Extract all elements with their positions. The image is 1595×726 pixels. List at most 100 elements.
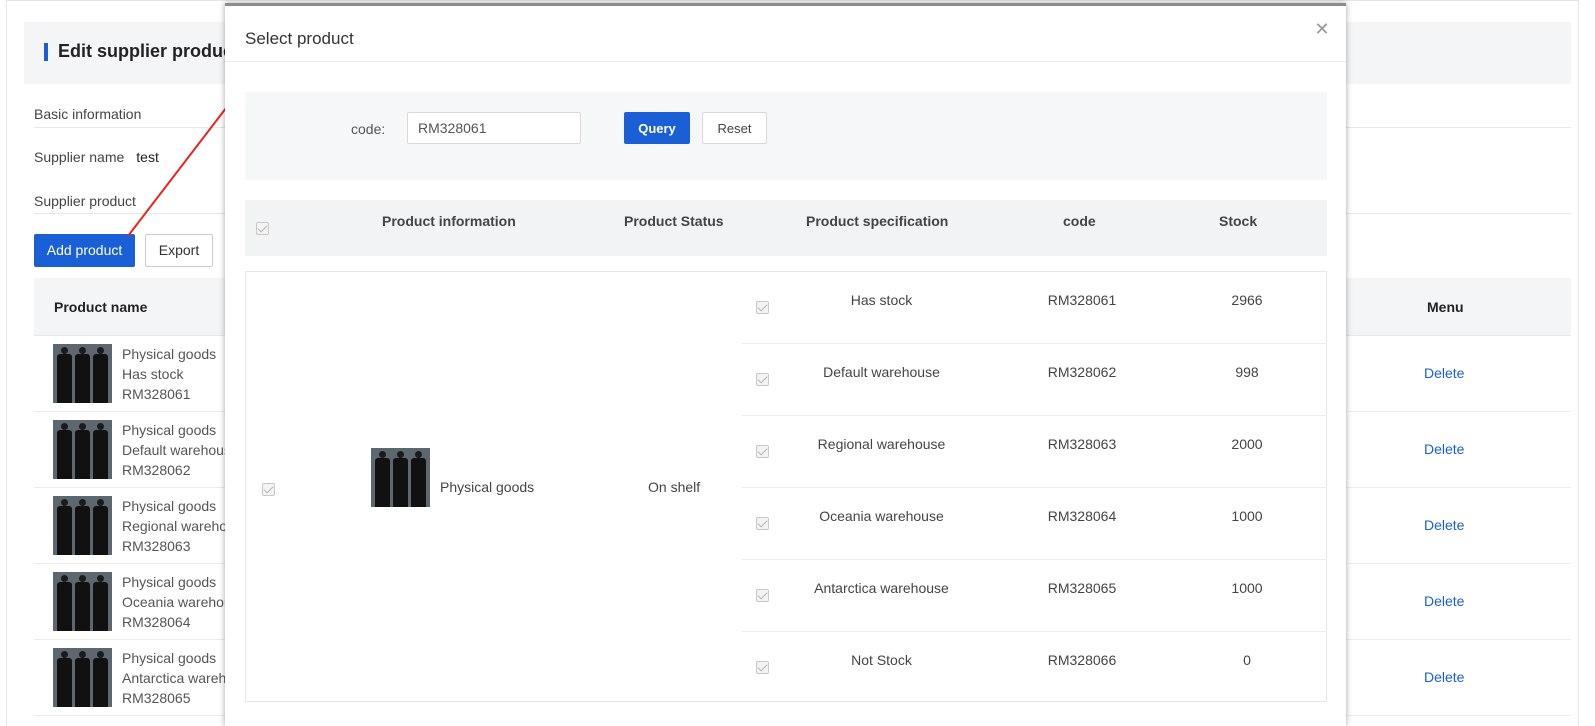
product-thumbnail: [53, 648, 112, 707]
product-code: RM328061: [122, 386, 191, 402]
menu-column-header: Menu: [1427, 299, 1464, 315]
product-summary: Physical goods Default warehouse RM328062: [122, 420, 239, 480]
sku-code: RM328065: [1047, 580, 1117, 596]
thumbnail-figure-head: [79, 423, 86, 430]
sku-row: Not Stock RM328066 0: [742, 632, 1327, 704]
thumbnail-figure-body: [75, 658, 90, 707]
product-spec: Has stock: [122, 366, 184, 382]
sku-checkbox[interactable]: [756, 661, 769, 674]
basic-information-label: Basic information: [34, 106, 142, 122]
thumbnail-figure-body: [57, 582, 72, 631]
sku-stock: 0: [1243, 652, 1251, 668]
sku-row: Has stock RM328061 2966: [742, 272, 1327, 344]
sku-checkbox[interactable]: [756, 517, 769, 530]
sku-row: Antarctica warehouse RM328065 1000: [742, 560, 1327, 632]
thumbnail-figure-body: [411, 458, 426, 507]
code-column-header: code: [1063, 213, 1096, 229]
modal-title: Select product: [245, 29, 354, 48]
thumbnail-figure-body: [93, 658, 108, 707]
sku-stock: 1000: [1231, 508, 1263, 524]
thumbnail-figure-head: [79, 499, 86, 506]
select-product-modal: Select product ✕ code: Query Reset Produ…: [225, 3, 1346, 726]
title-accent-bar: [44, 43, 48, 61]
product-information-column-header: Product information: [382, 213, 516, 229]
sku-stock: 2966: [1231, 292, 1263, 308]
thumbnail-figure-head: [61, 499, 68, 506]
export-button[interactable]: Export: [145, 234, 213, 267]
thumbnail-figure-head: [79, 347, 86, 354]
product-thumbnail: [53, 496, 112, 555]
sku-stock: 2000: [1231, 436, 1263, 452]
add-product-button[interactable]: Add product: [34, 234, 135, 267]
product-status: On shelf: [648, 479, 701, 495]
supplier-name-value: test: [136, 149, 159, 165]
code-filter-label: code:: [351, 121, 386, 137]
thumbnail-figure-body: [93, 354, 108, 403]
thumbnail-figure-head: [79, 651, 86, 658]
reset-button[interactable]: Reset: [702, 112, 767, 144]
product-thumbnail: [53, 420, 112, 479]
thumbnail-figure-head: [79, 575, 86, 582]
query-panel: code: Query Reset: [245, 92, 1327, 180]
thumbnail-figure-head: [397, 451, 404, 458]
thumbnail-figure-body: [93, 430, 108, 479]
sku-code: RM328061: [1047, 292, 1117, 308]
thumbnail-figure-body: [57, 658, 72, 707]
sku-specification: Regional warehouse: [817, 436, 946, 452]
product-thumbnail: [371, 448, 430, 507]
modal-table-body: Physical goods On shelf Has stock RM32806…: [245, 271, 1327, 702]
supplier-product-label: Supplier product: [34, 193, 136, 209]
sku-code: RM328063: [1047, 436, 1117, 452]
sku-row: Default warehouse RM328062 998: [742, 344, 1327, 416]
thumbnail-figure-head: [97, 651, 104, 658]
sku-checkbox[interactable]: [756, 589, 769, 602]
thumbnail-figure-head: [61, 347, 68, 354]
product-type: Physical goods: [122, 346, 217, 362]
code-filter-input[interactable]: [407, 112, 581, 144]
thumbnail-figure-head: [97, 499, 104, 506]
query-button[interactable]: Query: [624, 112, 690, 144]
thumbnail-figure-body: [75, 430, 90, 479]
delete-link[interactable]: Delete: [1424, 517, 1464, 533]
thumbnail-figure-body: [375, 458, 390, 507]
thumbnail-figure-body: [393, 458, 408, 507]
delete-link[interactable]: Delete: [1424, 441, 1464, 457]
thumbnail-figure-head: [61, 423, 68, 430]
product-thumbnail: [53, 344, 112, 403]
sku-stock: 1000: [1231, 580, 1263, 596]
sku-specification: Has stock: [850, 292, 913, 308]
sku-checkbox[interactable]: [756, 301, 769, 314]
sku-specification: Antarctica warehouse: [814, 580, 949, 596]
product-name: Physical goods: [440, 479, 535, 495]
stock-column-header: Stock: [1219, 213, 1258, 229]
product-name-column-header: Product name: [54, 299, 148, 315]
close-icon[interactable]: ✕: [1313, 20, 1331, 38]
sku-specification: Default warehouse: [823, 364, 940, 380]
thumbnail-figure-body: [75, 582, 90, 631]
sku-code: RM328064: [1047, 508, 1117, 524]
product-type: Physical goods: [122, 422, 217, 438]
supplier-name-label: Supplier name: [34, 149, 125, 165]
sku-specification: Not Stock: [851, 652, 912, 668]
sku-code: RM328066: [1047, 652, 1117, 668]
product-code: RM328062: [122, 462, 191, 478]
delete-link[interactable]: Delete: [1424, 593, 1464, 609]
select-all-checkbox[interactable]: [256, 222, 269, 235]
thumbnail-figure-head: [61, 575, 68, 582]
product-checkbox[interactable]: [262, 483, 275, 496]
delete-link[interactable]: Delete: [1424, 365, 1464, 381]
page-title: Edit supplier product: [58, 41, 240, 61]
sku-checkbox[interactable]: [756, 373, 769, 386]
product-thumbnail: [53, 572, 112, 631]
product-status-column-header: Product Status: [624, 213, 724, 229]
product-summary: Physical goods Has stock RM328061: [122, 344, 216, 404]
thumbnail-figure-head: [97, 347, 104, 354]
sku-checkbox[interactable]: [756, 445, 769, 458]
delete-link[interactable]: Delete: [1424, 669, 1464, 685]
product-specification-column-header: Product specification: [806, 213, 949, 229]
product-spec: Default warehouse: [122, 442, 239, 458]
sku-stock: 998: [1235, 364, 1259, 380]
thumbnail-figure-body: [93, 582, 108, 631]
thumbnail-figure-head: [97, 575, 104, 582]
thumbnail-figure-head: [97, 423, 104, 430]
